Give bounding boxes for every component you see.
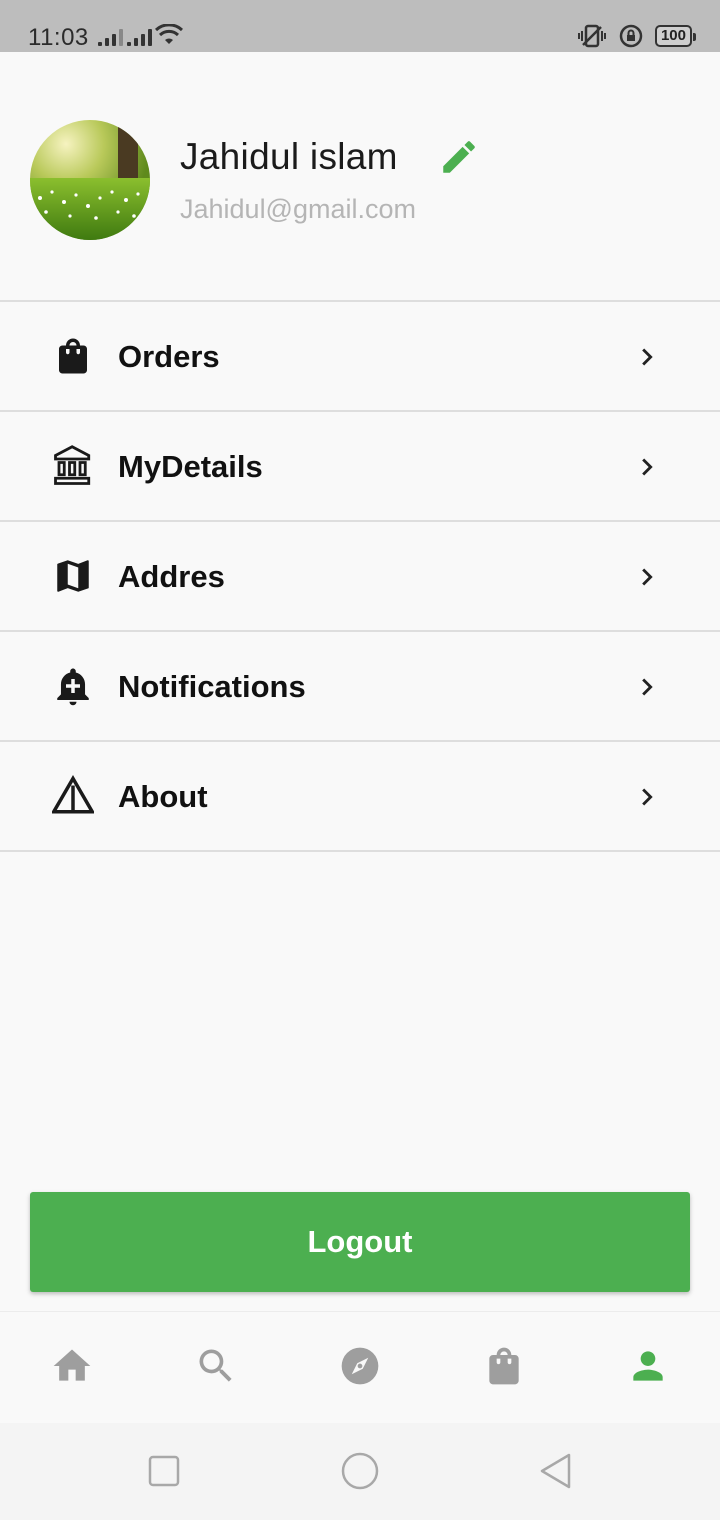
warning-triangle-icon [52, 775, 94, 814]
menu-item-address[interactable]: Addres [0, 522, 720, 632]
menu-item-orders[interactable]: Orders [0, 302, 720, 412]
menu-item-label: Addres [118, 559, 225, 594]
recent-apps-icon[interactable] [144, 1451, 184, 1491]
chevron-right-icon [642, 788, 653, 806]
menu-item-about[interactable]: About [0, 742, 720, 852]
bottom-navigation [0, 1311, 720, 1423]
system-navigation-bar [0, 1423, 720, 1520]
add-alert-icon [57, 668, 89, 706]
divider [0, 850, 720, 852]
menu-item-label: Notifications [118, 669, 306, 704]
map-icon [57, 560, 89, 592]
profile-header: Jahidul islam Jahidul@gmail.com [0, 52, 720, 301]
chevron-right-icon [642, 348, 653, 366]
shopping-bag-icon [59, 338, 87, 374]
battery-indicator: 100 [654, 25, 697, 47]
chevron-right-icon [642, 458, 653, 476]
bank-icon [54, 445, 91, 485]
person-icon[interactable] [626, 1344, 670, 1388]
menu-item-label: About [118, 779, 208, 814]
wifi-icon [155, 24, 183, 44]
pencil-icon[interactable] [438, 136, 480, 178]
signal-2-icon [127, 26, 152, 46]
menu-item-notifications[interactable]: Notifications [0, 632, 720, 742]
menu-item-mydetails[interactable]: MyDetails [0, 412, 720, 522]
chevron-right-icon [642, 568, 653, 586]
profile-email: Jahidul@gmail.com [180, 194, 416, 224]
home-icon[interactable] [50, 1344, 94, 1388]
status-bar: 11:03 100 [0, 0, 720, 52]
status-time: 11:03 [28, 24, 89, 51]
logout-button[interactable]: Logout [30, 1192, 690, 1292]
back-triangle-icon[interactable] [536, 1451, 576, 1491]
menu-item-label: MyDetails [118, 449, 263, 484]
menu-item-label: Orders [118, 339, 220, 374]
avatar[interactable] [30, 120, 150, 240]
home-circle-icon[interactable] [340, 1451, 380, 1491]
chevron-right-icon [642, 678, 653, 696]
compass-icon[interactable] [338, 1344, 382, 1388]
vibrate-icon [577, 24, 606, 48]
search-icon[interactable] [194, 1344, 238, 1388]
rotation-lock-icon [619, 24, 643, 48]
signal-1-icon [98, 26, 123, 46]
profile-name: Jahidul islam [180, 136, 398, 177]
shopping-bag-icon[interactable] [482, 1344, 526, 1388]
